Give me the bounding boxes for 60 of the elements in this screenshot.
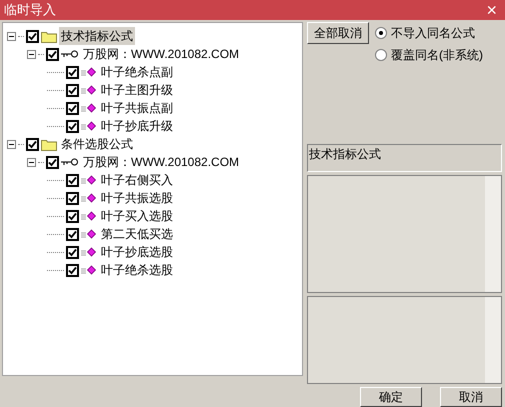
diamond-icon [81,175,97,185]
option-label: 不导入同名公式 [391,25,475,42]
close-button[interactable]: × [482,1,501,19]
diamond-icon [81,247,97,257]
folder-icon [41,30,57,42]
checkbox[interactable] [66,120,79,132]
tree-item[interactable]: 第二天低买选 [99,225,175,243]
checkbox[interactable] [66,210,79,222]
tree-item[interactable]: 叶子共振点副 [99,99,175,117]
tree-item[interactable]: 叶子绝杀选股 [99,261,175,279]
dialog-button[interactable]: 取消 [440,387,502,407]
scrollbar[interactable] [485,176,501,292]
checkbox[interactable] [66,192,79,204]
tree-item[interactable]: 技术指标公式 [59,27,135,45]
checkbox[interactable] [26,30,39,42]
diamond-icon [81,229,97,239]
option-label: 覆盖同名(非系统) [391,47,483,64]
key-icon [61,50,79,58]
text-area[interactable] [307,175,502,293]
tree-item[interactable]: 叶子右侧买入 [99,171,175,189]
checkbox[interactable] [26,138,39,150]
diamond-icon [81,85,97,95]
tree-item[interactable]: 叶子抄底升级 [99,117,175,135]
diamond-icon [81,265,97,275]
expand-toggle[interactable] [7,32,16,40]
text-area[interactable] [307,296,502,384]
tree-item[interactable]: 叶子共振选股 [99,189,175,207]
radio-button[interactable] [375,27,387,39]
checkbox[interactable] [46,48,59,60]
checkbox[interactable] [66,102,79,114]
category-field[interactable]: 技术指标公式 [307,144,502,172]
tree-item[interactable]: 万股网：WWW.201082.COM [81,153,242,171]
tree-item[interactable]: 万股网：WWW.201082.COM [81,45,242,63]
scrollbar[interactable] [485,297,501,383]
window-title: 临时导入 [4,1,56,20]
key-icon [61,158,79,166]
checkbox[interactable] [66,246,79,258]
checkbox[interactable] [66,264,79,276]
tree-item[interactable]: 叶子买入选股 [99,207,175,225]
checkbox[interactable] [66,84,79,96]
folder-icon [41,138,57,150]
checkbox[interactable] [66,174,79,186]
expand-toggle[interactable] [27,158,36,166]
diamond-icon [81,121,97,131]
tree-item[interactable]: 叶子主图升级 [99,81,175,99]
dialog-button[interactable]: 确定 [360,387,422,407]
diamond-icon [81,211,97,221]
diamond-icon [81,193,97,203]
tree-item[interactable]: 叶子绝杀点副 [99,63,175,81]
checkbox[interactable] [46,156,59,168]
deselect-all-button[interactable]: 全部取消 [307,22,369,44]
expand-toggle[interactable] [27,50,36,58]
tree-item[interactable]: 叶子抄底选股 [99,243,175,261]
checkbox[interactable] [66,66,79,78]
checkbox[interactable] [66,228,79,240]
radio-button[interactable] [375,49,387,61]
diamond-icon [81,103,97,113]
expand-toggle[interactable] [7,140,16,148]
tree-item[interactable]: 条件选股公式 [59,135,135,153]
diamond-icon [81,67,97,77]
